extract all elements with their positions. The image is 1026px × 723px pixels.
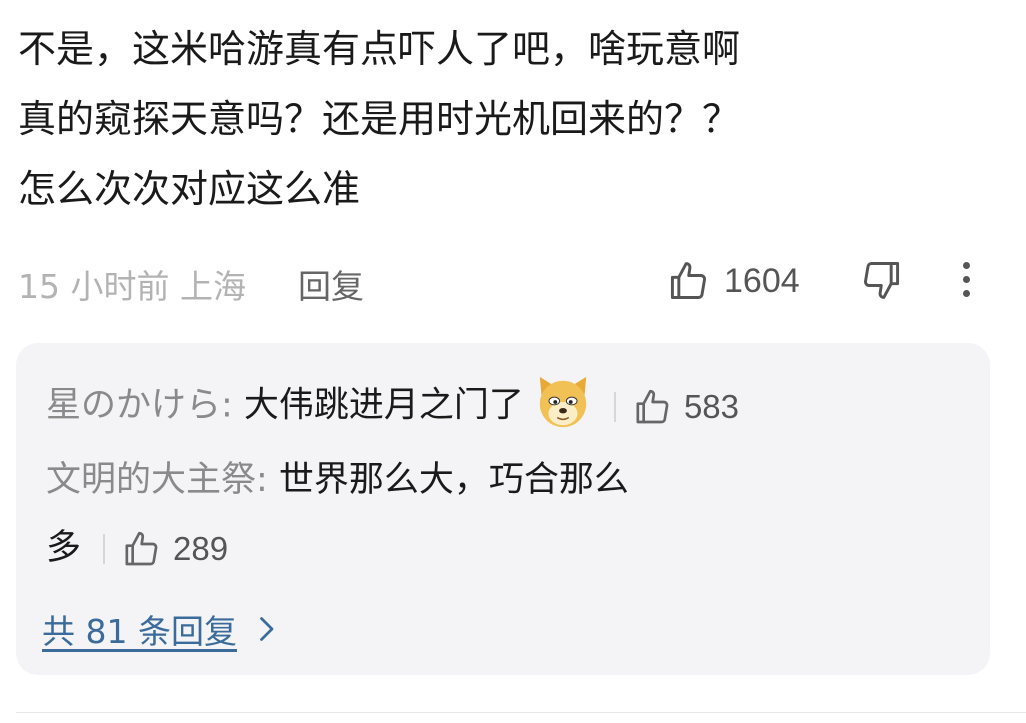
comment-line-1: 不是，这米哈游真有点吓人了吧，啥玩意啊: [18, 27, 741, 71]
reply-author[interactable]: 星のかけら:: [46, 386, 233, 426]
thumbs-down-icon: [864, 262, 900, 299]
reply-button[interactable]: 回复: [298, 260, 364, 308]
comment-meta-row: 15 小时前 上海 回复 1604: [18, 252, 1008, 308]
replies-panel: 星のかけら: 大伟跳进月之门了 583 文明的大主祭: 世界那么大，巧合那么 多…: [16, 343, 990, 675]
doge-emoji: [534, 373, 592, 440]
comment-body: 不是，这米哈游真有点吓人了吧，啥玩意啊 真的窥探天意吗？还是用时光机回来的？？ …: [18, 14, 978, 224]
reply-like-button[interactable]: 289: [121, 529, 228, 569]
like-count: 1604: [724, 261, 800, 300]
chevron-right-icon: [260, 617, 274, 641]
like-button[interactable]: 1604: [666, 256, 800, 306]
view-all-replies-label: 共 81 条回复: [42, 612, 237, 651]
comment-timestamp-location: 15 小时前 上海: [18, 267, 246, 306]
reply-text-continued: 多: [46, 528, 82, 568]
view-all-replies-link[interactable]: 共 81 条回复: [42, 605, 277, 653]
dislike-button[interactable]: [860, 258, 904, 306]
reply-item-continuation[interactable]: 多 289: [46, 519, 228, 570]
reply-like-count: 583: [683, 387, 739, 425]
thumbs-up-icon: [636, 389, 669, 423]
more-options-button[interactable]: [952, 258, 980, 302]
reply-like-button[interactable]: 583: [632, 387, 739, 427]
reply-item[interactable]: 星のかけら: 大伟跳进月之门了 583: [46, 373, 739, 440]
thumbs-up-icon: [125, 531, 158, 566]
reply-text: 大伟跳进月之门了: [232, 385, 524, 426]
reply-author[interactable]: 文明的大主祭:: [46, 460, 268, 500]
comment-line-2: 真的窥探天意吗？还是用时光机回来的？？: [18, 97, 741, 141]
divider: [103, 534, 106, 564]
section-divider: [16, 712, 1026, 713]
divider: [613, 391, 616, 422]
comment-line-3: 怎么次次对应这么准: [18, 167, 361, 211]
reply-like-count: 289: [173, 530, 229, 567]
reply-item[interactable]: 文明的大主祭: 世界那么大，巧合那么: [46, 451, 629, 502]
reply-text: 世界那么大，巧合那么: [267, 460, 629, 500]
thumbs-up-icon: [670, 262, 706, 299]
comment-page: 不是，这米哈游真有点吓人了吧，啥玩意啊 真的窥探天意吗？还是用时光机回来的？？ …: [0, 0, 1026, 723]
